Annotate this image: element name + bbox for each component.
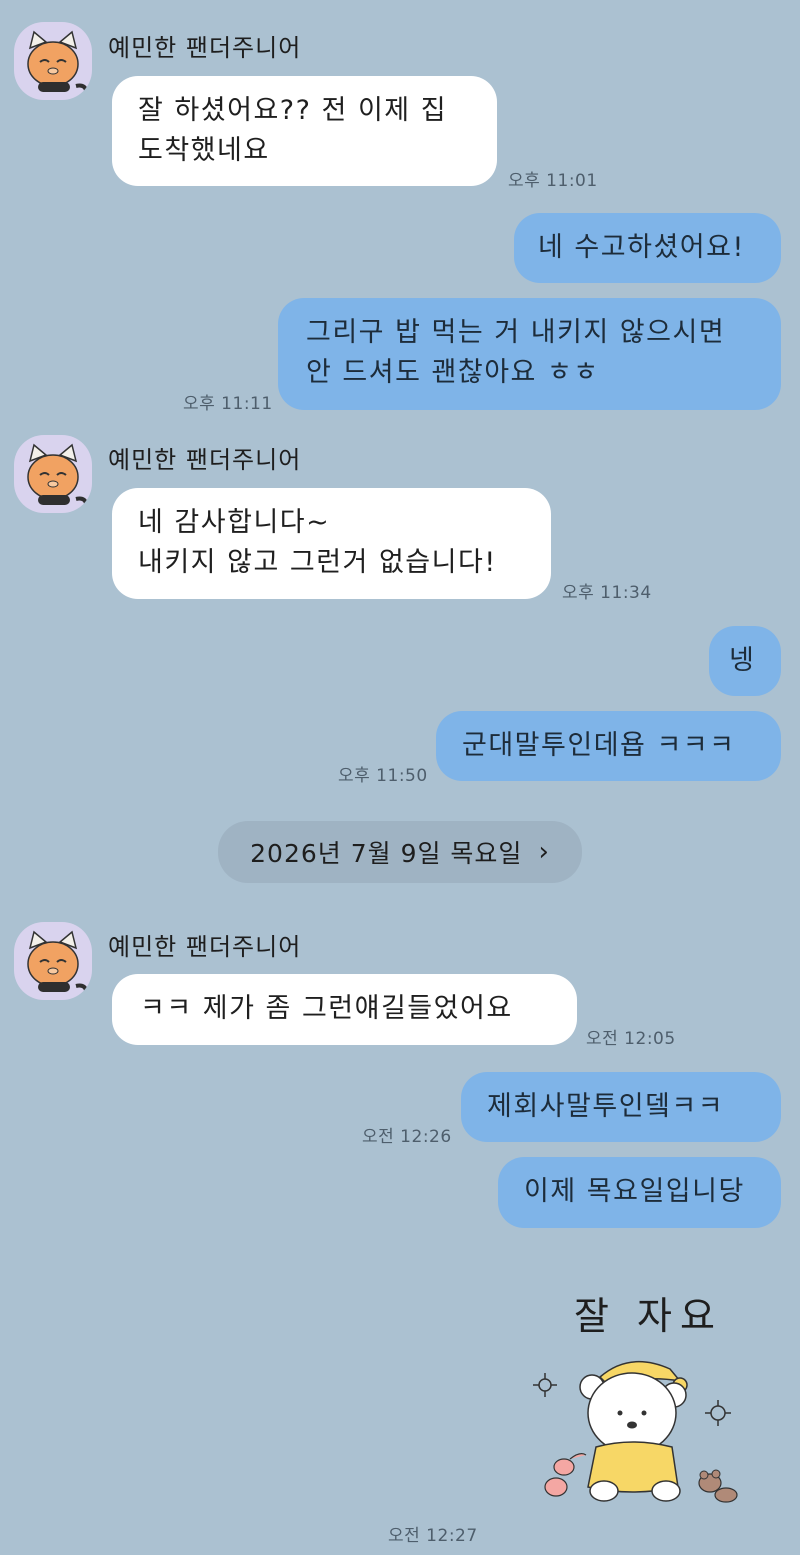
sender-avatar[interactable] [14, 922, 92, 1000]
message-bubble-outgoing[interactable]: 네 수고하셨어요! [514, 213, 781, 283]
message-time: 오후 11:50 [338, 766, 428, 786]
sender-name: 예민한 팬더주니어 [108, 34, 302, 62]
message-line: ㅋㅋ 제가 좀 그런얘길들었어요 [140, 993, 513, 1024]
message-time: 오전 12:27 [388, 1526, 478, 1546]
message-time: 오후 11:01 [508, 171, 598, 191]
sleeping-bear-sticker-icon [533, 1360, 738, 1503]
sender-name: 예민한 팬더주니어 [108, 933, 302, 961]
sticker-caption: 잘 자요 [574, 1294, 723, 1338]
message-bubble-outgoing[interactable]: 넹 [709, 626, 781, 696]
sender-avatar[interactable] [14, 22, 92, 100]
red-panda-avatar-icon [27, 930, 88, 992]
chevron-right-icon: › [538, 837, 550, 867]
message-time: 오후 11:34 [562, 583, 652, 603]
message-time: 오전 12:26 [362, 1127, 452, 1147]
message-bubble-incoming[interactable]: ㅋㅋ 제가 좀 그런얘길들었어요 [112, 974, 577, 1045]
date-divider-label: 2026년 7월 9일 목요일 [250, 839, 523, 868]
message-bubble-outgoing[interactable]: 제회사말투인뎈ㅋㅋ [461, 1072, 781, 1142]
date-divider[interactable]: 2026년 7월 9일 목요일 › [218, 821, 582, 883]
message-line: 내키지 않고 그런거 없습니다! [138, 547, 497, 578]
message-line: 잘 하셨어요?? 전 이제 집 [138, 95, 448, 126]
message-line: 네 감사합니다~ [138, 507, 331, 538]
message-bubble-outgoing[interactable]: 군대말투인데욥 ㅋㅋㅋ [436, 711, 781, 781]
message-line: 제회사말투인뎈ㅋㅋ [487, 1091, 725, 1122]
message-line: 이제 목요일입니당 [524, 1176, 745, 1207]
message-line: 군대말투인데욥 ㅋㅋㅋ [462, 730, 736, 761]
message-line: 그리구 밥 먹는 거 내키지 않으시면 [306, 317, 726, 348]
message-bubble-outgoing[interactable]: 이제 목요일입니당 [498, 1157, 781, 1228]
message-line: 네 수고하셨어요! [538, 232, 745, 263]
message-time: 오전 12:05 [586, 1029, 676, 1049]
message-bubble-incoming[interactable]: 네 감사합니다~ 내키지 않고 그런거 없습니다! [112, 488, 551, 599]
message-line: 넹 [729, 645, 756, 676]
message-bubble-incoming[interactable]: 잘 하셨어요?? 전 이제 집 도착했네요 [112, 76, 497, 186]
message-line: 도착했네요 [138, 135, 270, 166]
message-time: 오후 11:11 [183, 394, 273, 414]
sender-avatar[interactable] [14, 435, 92, 513]
sender-name: 예민한 팬더주니어 [108, 446, 302, 474]
message-line: 안 드셔도 괜찮아요 ㅎㅎ [306, 357, 600, 388]
red-panda-avatar-icon [27, 443, 88, 505]
red-panda-avatar-icon [27, 30, 88, 92]
message-bubble-outgoing[interactable]: 그리구 밥 먹는 거 내키지 않으시면 안 드셔도 괜찮아요 ㅎㅎ [278, 298, 781, 410]
sticker[interactable]: 잘 자요 [530, 1285, 740, 1510]
